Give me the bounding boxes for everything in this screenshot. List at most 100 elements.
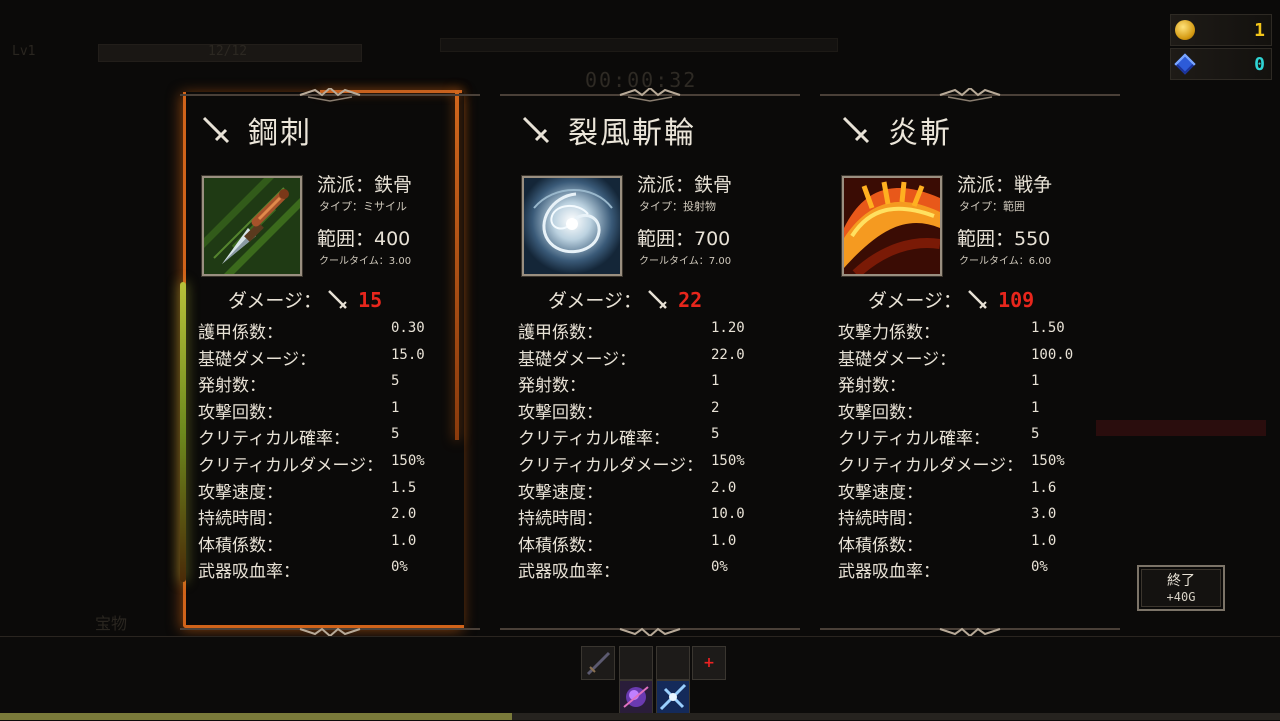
stat-row: 基礎ダメージ： 15.0: [198, 343, 458, 370]
card-title-row: 裂風斬輪: [520, 108, 696, 152]
damage-label: ダメージ：: [548, 290, 643, 312]
damage-sword-icon: [328, 289, 347, 309]
weapon-slot-2[interactable]: [619, 646, 653, 680]
stat-label: 武器吸血率：: [198, 562, 300, 583]
stats-list: 攻撃力係数： 1.50 基礎ダメージ： 100.0 発射数： 1 攻撃回数： 1…: [838, 316, 1098, 582]
stat-row: 攻撃回数： 2: [518, 396, 778, 423]
stat-row: クリティカル確率： 5: [198, 422, 458, 449]
stat-row: 護甲係数： 0.30: [198, 316, 458, 343]
level-label: Lv1: [12, 44, 36, 59]
stat-value: 1.6: [1031, 479, 1057, 496]
stat-label: 体積係数：: [838, 535, 923, 556]
stat-label: 発射数：: [838, 376, 906, 397]
stat-row: 攻撃速度： 2.0: [518, 476, 778, 503]
coin-icon: [1175, 20, 1195, 40]
stat-row: 武器吸血率： 0%: [518, 555, 778, 582]
card-type: タイプ：投射物: [639, 200, 716, 213]
stat-row: 持続時間： 10.0: [518, 502, 778, 529]
stat-label: 攻撃速度：: [198, 482, 283, 503]
card-title-row: 炎斬: [840, 108, 952, 152]
card-top-ornament: [820, 88, 1120, 102]
stat-value: 1: [1031, 373, 1040, 390]
damage-sword-icon: [648, 289, 667, 309]
stat-row: 発射数： 1: [518, 369, 778, 396]
bottom-progress-fill: [0, 713, 512, 720]
stat-row: クリティカル確率： 5: [838, 422, 1098, 449]
stat-value: 5: [711, 426, 720, 443]
stat-row: 持続時間： 2.0: [198, 502, 458, 529]
stat-row: 基礎ダメージ： 100.0: [838, 343, 1098, 370]
card-type: タイプ：範囲: [959, 200, 1025, 213]
stat-row: 基礎ダメージ： 22.0: [518, 343, 778, 370]
skill-slot-1[interactable]: [619, 680, 653, 714]
stat-label: 武器吸血率：: [838, 562, 940, 583]
stat-label: クリティカル確率：: [518, 429, 670, 450]
stat-row: 体積係数： 1.0: [198, 529, 458, 556]
skill-card-2[interactable]: 裂風斬輪 流派：鉄骨 タイプ：投射物 範囲：700 クールタイム：7.00 ダメ…: [500, 88, 800, 636]
stat-value: 5: [391, 373, 400, 390]
stat-value: 22.0: [711, 346, 745, 363]
card-title: 炎斬: [888, 116, 952, 151]
card-bottom-ornament: [180, 627, 480, 636]
boss-bar: [440, 38, 838, 52]
card-range: 範囲：700: [637, 228, 731, 250]
stat-label: クリティカル確率：: [838, 429, 990, 450]
stat-value: 5: [1031, 426, 1040, 443]
background-red-bar: [1096, 420, 1266, 436]
weapon-slot-3[interactable]: [656, 646, 690, 680]
sword-icon: [842, 116, 870, 144]
stat-row: 攻撃力係数： 1.50: [838, 316, 1098, 343]
stat-value: 2.0: [391, 506, 417, 523]
stat-label: 持続時間：: [518, 509, 603, 530]
treasure-label: 宝物: [95, 614, 128, 633]
stat-row: 攻撃回数： 1: [838, 396, 1098, 423]
skill-slot-2[interactable]: [656, 680, 690, 714]
card-school: 流派：鉄骨: [637, 174, 733, 196]
bottom-bar: +: [0, 636, 1280, 721]
stat-label: 発射数：: [518, 376, 586, 397]
skill-card-3[interactable]: 炎斬 流派：戦争 タイプ：範囲 範囲：550 クールタイム：6.00 ダメージ：…: [820, 88, 1120, 636]
stat-row: 体積係数： 1.0: [518, 529, 778, 556]
stat-row: 護甲係数： 1.20: [518, 316, 778, 343]
stat-value: 1.0: [711, 532, 737, 549]
end-button[interactable]: 終了 +40G: [1137, 565, 1225, 611]
card-cooldown: クールタイム：3.00: [319, 256, 412, 267]
damage-row: ダメージ： 22: [548, 286, 702, 313]
card-school: 流派：鉄骨: [317, 174, 413, 196]
stat-label: 武器吸血率：: [518, 562, 620, 583]
card-title: 鋼刺: [248, 116, 312, 151]
card-range: 範囲：550: [957, 228, 1051, 250]
skill-card-1[interactable]: 鋼刺 流派：鉄骨 タイプ：ミサイル 範囲：400 クールタイム：3.00 ダメー…: [180, 88, 480, 636]
gem-value: 0: [1254, 53, 1265, 75]
stat-label: クリティカルダメージ：: [518, 455, 704, 476]
card-range: 範囲：400: [317, 228, 411, 250]
flame-slash-icon: [842, 176, 942, 278]
gold-counter: 1: [1170, 14, 1272, 46]
stat-value: 0.30: [391, 320, 425, 336]
stat-label: 基礎ダメージ：: [518, 349, 637, 370]
stat-row: 武器吸血率： 0%: [198, 555, 458, 582]
stat-value: 10.0: [711, 506, 745, 523]
stat-label: 攻撃力係数：: [838, 323, 940, 343]
stat-value: 100.0: [1031, 346, 1074, 363]
whirlwind-icon: [522, 176, 622, 276]
stat-label: 基礎ダメージ：: [838, 349, 957, 370]
sword-icon: [202, 116, 230, 144]
stat-label: クリティカル確率：: [198, 429, 350, 450]
card-type: タイプ：ミサイル: [319, 200, 407, 213]
gem-icon: [1174, 53, 1196, 75]
add-slot-button[interactable]: +: [692, 646, 726, 680]
stat-row: 攻撃速度： 1.5: [198, 476, 458, 503]
xp-text: 12/12: [208, 44, 248, 59]
gem-counter: 0: [1170, 48, 1272, 80]
stat-value: 1: [1031, 399, 1040, 416]
weapon-slot-1[interactable]: [581, 646, 615, 680]
stat-row: クリティカルダメージ： 150%: [518, 449, 778, 476]
stat-label: 持続時間：: [838, 509, 923, 530]
damage-label: ダメージ：: [868, 290, 963, 312]
stat-label: 体積係数：: [518, 535, 603, 556]
stat-row: クリティカルダメージ： 150%: [198, 449, 458, 476]
stat-value: 1.20: [711, 320, 745, 336]
damage-row: ダメージ： 109: [868, 286, 1034, 313]
stat-value: 2: [711, 399, 720, 416]
